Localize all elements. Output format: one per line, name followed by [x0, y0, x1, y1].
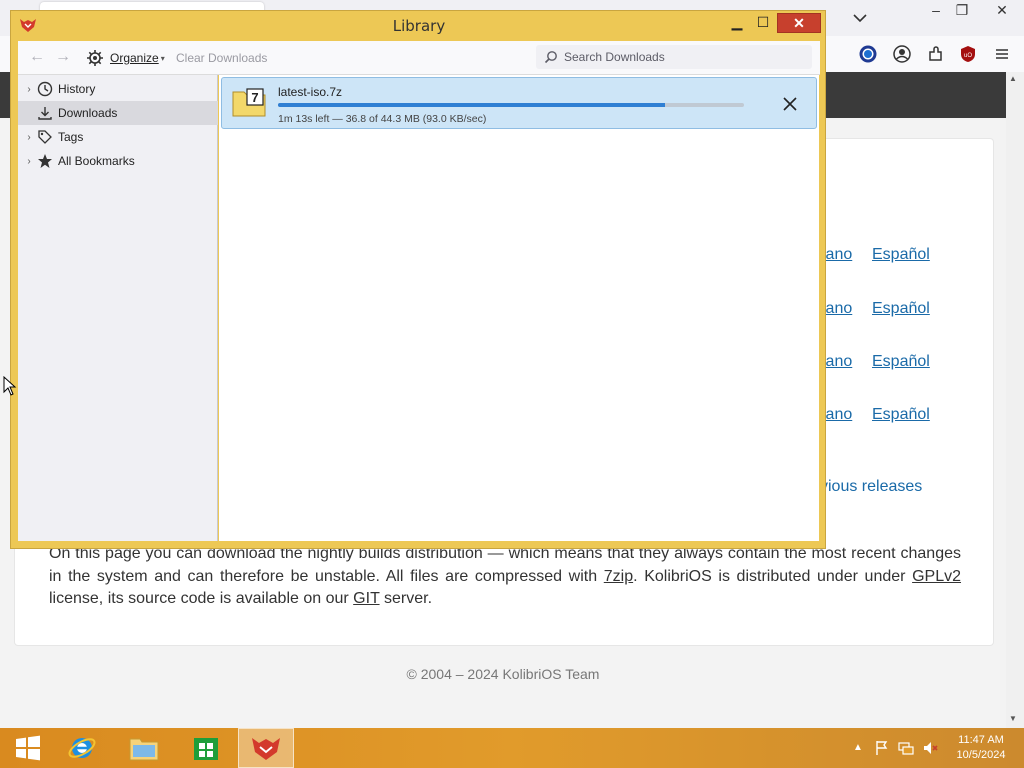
- svg-text:uO: uO: [964, 53, 972, 59]
- taskbar: ▲ 11:47 AM 10/5/2024: [0, 728, 1024, 768]
- page-scrollbar[interactable]: [1006, 72, 1024, 728]
- sidebar-item-label: Downloads: [58, 106, 118, 120]
- taskbar-file-explorer[interactable]: [116, 728, 172, 768]
- sidebar-item-history[interactable]: › History: [18, 77, 218, 101]
- extensions-icon[interactable]: [926, 44, 946, 64]
- expand-chevron-icon[interactable]: ›: [22, 84, 36, 95]
- firefox-logo-icon: [252, 738, 280, 760]
- start-button[interactable]: [0, 728, 56, 768]
- language-link[interactable]: Español: [872, 406, 930, 424]
- internet-explorer-icon: [68, 738, 96, 758]
- menu-icon[interactable]: [992, 44, 1012, 64]
- show-hidden-icons-chevron-icon[interactable]: ▲: [850, 740, 866, 756]
- progress-fill: [278, 103, 665, 107]
- gplv2-link[interactable]: GPLv2: [912, 568, 961, 585]
- language-link[interactable]: iano: [822, 246, 852, 264]
- library-minimize-button[interactable]: ▁: [725, 13, 749, 33]
- clock-icon: [36, 80, 54, 98]
- cancel-download-icon[interactable]: [778, 92, 802, 116]
- browser-close-button[interactable]: ✕: [988, 0, 1016, 22]
- forward-arrow-icon[interactable]: →: [54, 48, 72, 66]
- tab-list-chevron-icon[interactable]: [850, 8, 870, 28]
- sidebar-item-all-bookmarks[interactable]: › All Bookmarks: [18, 149, 218, 173]
- windows-logo-icon: [16, 735, 40, 761]
- store-icon: [194, 738, 218, 760]
- chevron-down-icon: ▾: [160, 53, 165, 63]
- organize-button[interactable]: Organize ▾: [86, 48, 165, 68]
- paragraph-text: server.: [379, 590, 433, 608]
- language-link[interactable]: iano: [822, 353, 852, 371]
- language-link[interactable]: Español: [872, 353, 930, 371]
- copyright-text: © 2004 – 2024 KolibriOS Team: [406, 666, 600, 682]
- download-item[interactable]: 7 latest-iso.7z 1m 13s left — 36.8 of 44…: [221, 77, 817, 129]
- paragraph-text: . KolibriOS is distributed under under: [633, 567, 913, 585]
- previous-releases-link[interactable]: vious releases: [820, 478, 922, 496]
- clear-downloads-button[interactable]: Clear Downloads: [176, 51, 267, 65]
- profile-icon[interactable]: [892, 44, 912, 64]
- tag-icon: [36, 128, 54, 146]
- action-center-flag-icon[interactable]: [874, 740, 890, 756]
- language-link[interactable]: Español: [872, 246, 930, 264]
- ublock-icon[interactable]: uO: [958, 44, 978, 64]
- browser-minimize-button[interactable]: –: [922, 0, 950, 22]
- scroll-down-arrow-icon[interactable]: ▼: [1009, 714, 1017, 723]
- folder-icon: [129, 738, 159, 761]
- taskbar-firefox[interactable]: [238, 728, 294, 768]
- paragraph-text: license, its source code is available on…: [49, 590, 354, 608]
- browser-restore-button[interactable]: ❐: [948, 0, 976, 22]
- language-link[interactable]: Español: [872, 300, 930, 318]
- search-placeholder: Search Downloads: [564, 50, 665, 64]
- download-status: 1m 13s left — 36.8 of 44.3 MB (93.0 KB/s…: [278, 113, 487, 125]
- sidebar-item-label: Tags: [58, 130, 84, 144]
- system-clock[interactable]: 11:47 AM 10/5/2024: [946, 733, 1016, 763]
- firefox-account-icon[interactable]: [858, 44, 878, 64]
- library-toolbar: ← → Organize ▾ Clear Downloads Search Do…: [18, 41, 820, 75]
- sidebar-item-downloads[interactable]: Downloads: [18, 101, 218, 125]
- scroll-up-arrow-icon[interactable]: ▲: [1009, 74, 1017, 83]
- library-title: Library: [392, 17, 446, 35]
- page-description: On this page you can download the nightl…: [49, 543, 961, 611]
- clock-time: 11:47 AM: [958, 734, 1004, 746]
- back-arrow-icon[interactable]: ←: [28, 48, 46, 66]
- download-icon: [36, 104, 54, 122]
- taskbar-store[interactable]: [178, 728, 234, 768]
- search-icon: [544, 51, 557, 64]
- organize-label: Organize: [110, 51, 159, 65]
- star-icon: [36, 152, 54, 170]
- download-progress-bar: [278, 103, 744, 107]
- library-sidebar: › History Downloads › Tags › All Bookmar…: [18, 75, 218, 541]
- gear-icon: [87, 50, 103, 66]
- clock-date: 10/5/2024: [956, 749, 1006, 761]
- 7z-archive-icon: 7: [232, 88, 266, 117]
- library-window: Library ▁ ☐ ✕ ← → Organize ▾ Clear Downl…: [10, 10, 826, 549]
- mouse-cursor-icon: [3, 376, 17, 396]
- language-link[interactable]: iano: [822, 406, 852, 424]
- expand-chevron-icon[interactable]: ›: [22, 132, 36, 143]
- library-maximize-button[interactable]: ☐: [751, 13, 775, 33]
- download-filename: latest-iso.7z: [278, 85, 343, 99]
- downloads-list: 7 latest-iso.7z 1m 13s left — 36.8 of 44…: [219, 75, 819, 541]
- sidebar-item-label: All Bookmarks: [58, 154, 135, 168]
- expand-chevron-icon[interactable]: ›: [22, 156, 36, 167]
- 7zip-link[interactable]: 7zip: [604, 568, 633, 585]
- language-link[interactable]: iano: [822, 300, 852, 318]
- sidebar-item-tags[interactable]: › Tags: [18, 125, 218, 149]
- git-link[interactable]: GIT: [353, 590, 379, 607]
- library-close-button[interactable]: ✕: [777, 13, 821, 33]
- sidebar-item-label: History: [58, 82, 96, 96]
- svg-text:7: 7: [251, 90, 258, 105]
- search-downloads-input[interactable]: Search Downloads: [536, 45, 812, 69]
- network-icon[interactable]: [898, 740, 914, 756]
- volume-muted-icon[interactable]: [922, 740, 938, 756]
- taskbar-internet-explorer[interactable]: [54, 728, 110, 768]
